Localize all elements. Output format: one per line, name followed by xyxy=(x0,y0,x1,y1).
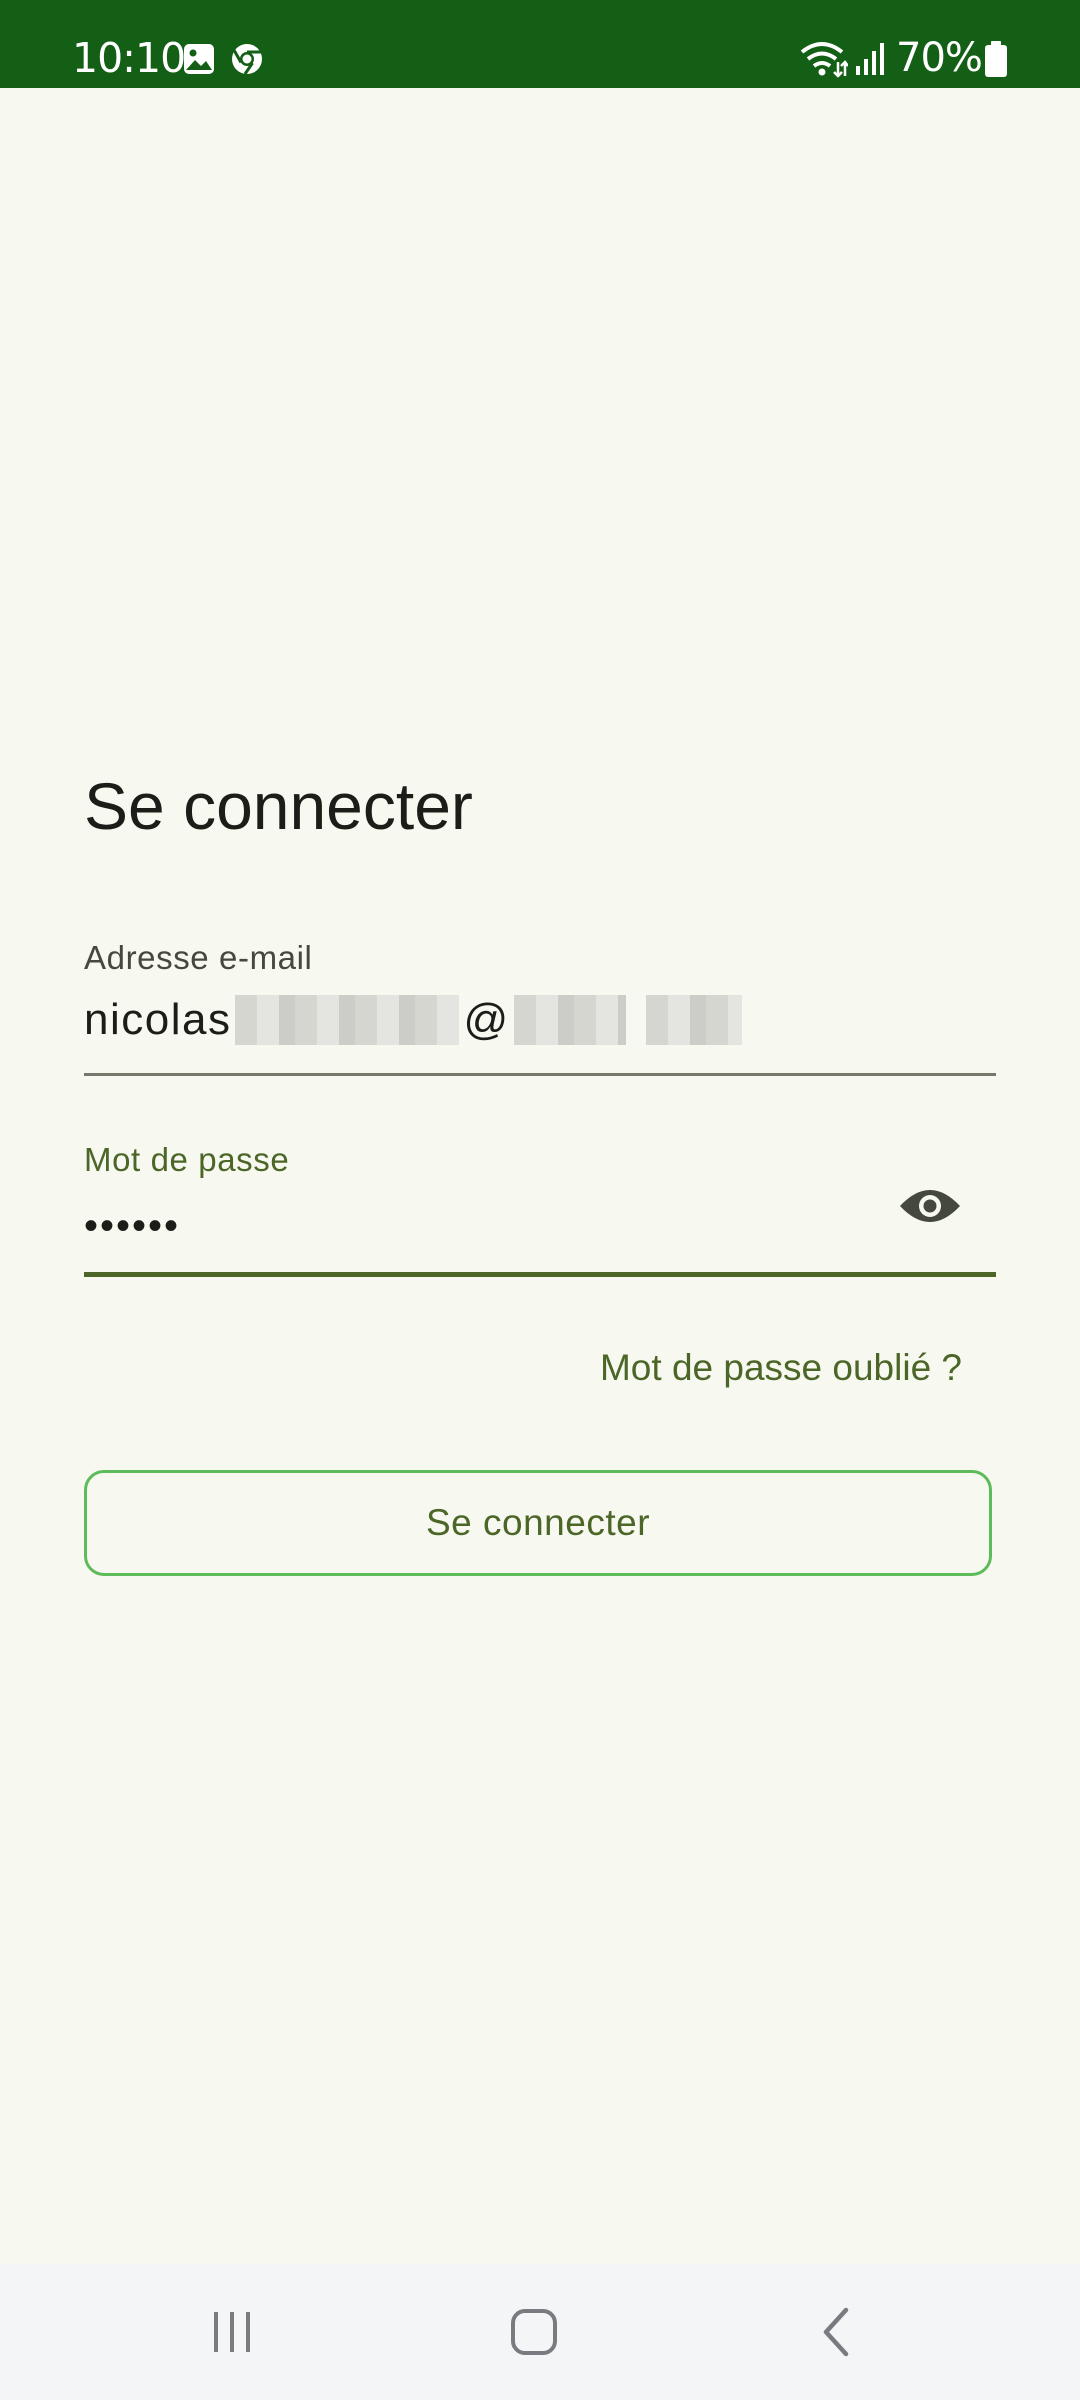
battery-icon xyxy=(984,40,1008,77)
battery-percent: 70% xyxy=(896,35,983,81)
status-bar: 10:10 70% xyxy=(0,0,1080,88)
redacted-block xyxy=(235,995,460,1045)
email-field[interactable]: Adresse e-mail nicolas @ xyxy=(84,930,996,1078)
chrome-icon xyxy=(230,42,264,78)
redacted-block xyxy=(645,995,742,1045)
forgot-password-link[interactable]: Mot de passe oublié ? xyxy=(600,1344,962,1392)
email-label: Adresse e-mail xyxy=(84,939,313,976)
home-icon[interactable] xyxy=(474,2284,594,2380)
recent-apps-icon[interactable] xyxy=(172,2284,292,2380)
email-input[interactable]: nicolas @ xyxy=(84,990,746,1050)
email-value-at: @ xyxy=(463,995,510,1044)
eye-icon[interactable] xyxy=(898,1174,962,1238)
wifi-icon xyxy=(800,40,849,78)
page-title: Se connecter xyxy=(84,769,473,843)
gallery-icon xyxy=(182,42,216,78)
password-label: Mot de passe xyxy=(84,1141,290,1178)
navigation-bar xyxy=(0,2264,1080,2400)
back-icon[interactable] xyxy=(776,2284,896,2380)
redacted-block xyxy=(513,995,626,1045)
login-button[interactable]: Se connecter xyxy=(84,1470,992,1576)
password-field[interactable]: Mot de passe •••••• xyxy=(84,1130,996,1280)
email-value-prefix: nicolas xyxy=(84,995,232,1044)
password-input[interactable]: •••••• xyxy=(84,1200,180,1252)
password-underline xyxy=(84,1272,996,1277)
email-underline xyxy=(84,1073,996,1076)
signal-icon xyxy=(854,42,886,78)
status-time: 10:10 xyxy=(72,34,186,82)
